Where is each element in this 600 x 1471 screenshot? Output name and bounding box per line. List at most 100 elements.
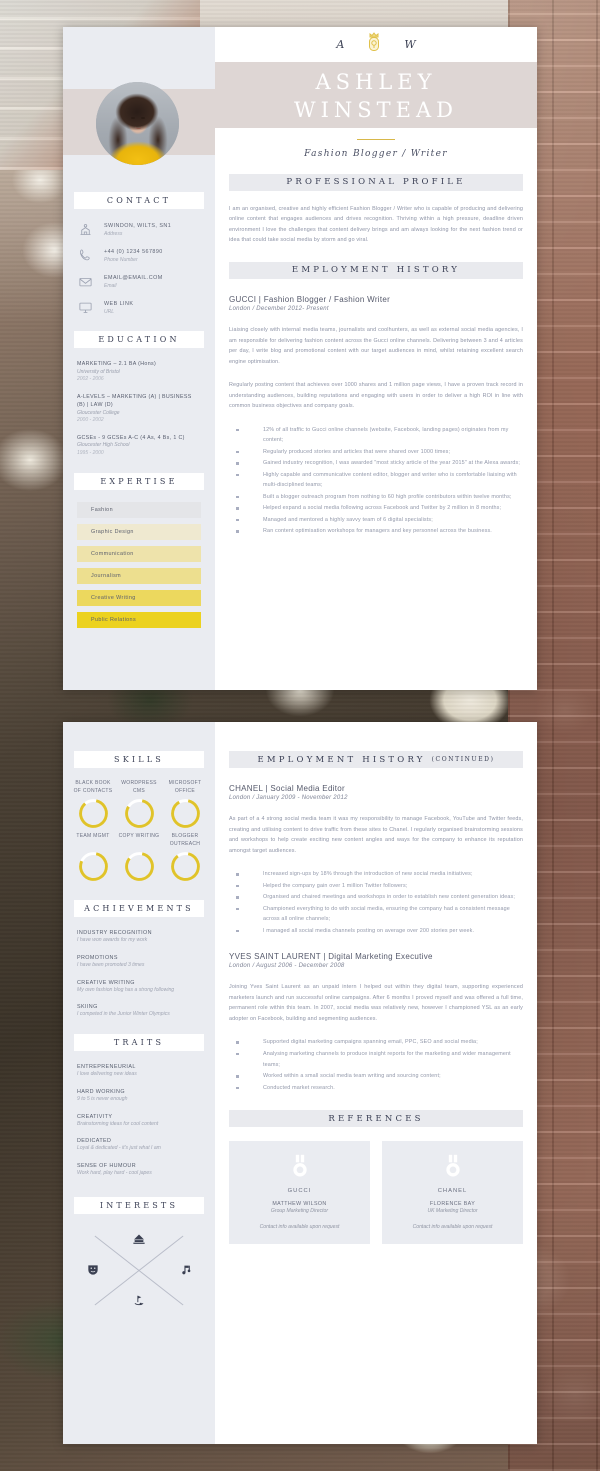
monogram-initial-right: W	[404, 38, 416, 51]
skill-item: MICROSOFT OFFICE	[163, 780, 207, 829]
trait-desc: Work hard, play hard - cool japes	[77, 1170, 152, 1177]
achievements-heading: ACHIEVEMENTS	[74, 900, 204, 917]
skill-item: BLACK BOOK OF CONTACTS	[71, 780, 115, 829]
education-school: Gloucester College	[77, 409, 120, 416]
expertise-heading: EXPERTISE	[74, 472, 204, 490]
achievement-item: SKIING I competed in the Junior Winter O…	[77, 1003, 201, 1019]
bullet-item: Analysing marketing channels to produce …	[229, 1049, 523, 1070]
expertise-bar: Journalism	[77, 567, 201, 584]
job-bullets: 12% of all traffic to Gucci online chann…	[229, 425, 523, 537]
expertise-bar: Fashion	[77, 501, 201, 518]
achievement-item: CREATIVE WRITING My own fashion blog has…	[77, 979, 201, 995]
trait-desc: Brainstorming ideas for cool content	[77, 1120, 159, 1127]
expertise-bar: Communication	[77, 545, 201, 562]
crest-icon	[366, 29, 382, 60]
education-title: A-LEVELS – MARKETING (A) | BUSINESS (B) …	[77, 394, 192, 409]
education-title: MARKETING – 2.1 BA (Hons)	[77, 361, 157, 368]
skill-label: COPY WRITING	[118, 833, 160, 839]
expertise-list: Fashion Graphic Design Communication Jou…	[63, 490, 215, 628]
expertise-bar: Creative Writing	[77, 589, 201, 606]
last-name: WINSTEAD	[294, 97, 458, 122]
monitor-icon	[77, 300, 94, 315]
job-title: GUCCI | Fashion Blogger / Fashion Writer	[229, 294, 391, 304]
education-school: University of Bristol	[77, 368, 120, 375]
monogram: A W	[215, 27, 537, 62]
bullet-item: Worked within a small social media team …	[229, 1071, 523, 1082]
education-heading: EDUCATION	[74, 331, 204, 349]
achievement-title: CREATIVE WRITING	[77, 979, 135, 986]
piano-icon	[132, 1232, 147, 1247]
email-icon	[77, 274, 94, 289]
expertise-bar: Public Relations	[77, 611, 201, 628]
skill-ring	[124, 852, 154, 881]
reference-card: CHANEL FLORENCE BAY UK Marketing Directo…	[382, 1141, 523, 1245]
theatre-mask-icon	[86, 1263, 100, 1277]
bullet-item: Conducted market research.	[229, 1083, 523, 1094]
reference-note: Contact info available upon request	[412, 1224, 493, 1231]
reference-name: MATTHEW WILSON	[272, 1201, 327, 1208]
trait-desc: Loyal & dedicated - it's just what I am	[77, 1145, 161, 1152]
medal-icon	[237, 1154, 362, 1179]
skill-label: MICROSOFT OFFICE	[168, 780, 202, 794]
contact-item-email: EMAIL@EMAIL.COM Email	[77, 274, 201, 289]
contact-value: EMAIL@EMAIL.COM	[104, 275, 163, 282]
trait-desc: 9 to 5 is never enough	[77, 1095, 128, 1102]
achievement-desc: My own fashion blog has a strong followi…	[77, 986, 175, 993]
achievement-desc: I competed in the Junior Winter Olympics	[77, 1011, 170, 1018]
skill-item: WORDPRESS CMS	[117, 780, 161, 829]
bullet-item: Highly capable and communicative content…	[229, 470, 523, 491]
skills-grid: BLACK BOOK OF CONTACTS WORDPRESS CMS MIC…	[63, 768, 215, 882]
bullet-item: Increased sign-ups by 18% through the in…	[229, 869, 523, 880]
job-meta: London / August 2006 - December 2008	[229, 963, 345, 970]
skill-item: COPY WRITING	[117, 833, 161, 882]
bullet-item: Managed and mentored a highly savvy team…	[229, 515, 523, 526]
contact-label: Email	[104, 283, 117, 290]
interests-heading: INTERESTS	[74, 1196, 204, 1214]
job-meta: London / December 2012- Present	[229, 305, 329, 312]
skills-heading: SKILLS	[74, 751, 204, 768]
job-paragraph: As part of a 4 strong social media team …	[229, 816, 523, 854]
professional-profile-text: I am an organised, creative and highly e…	[229, 205, 523, 244]
contact-value: +44 (0) 1234 567890	[104, 249, 163, 256]
employment-history-heading: EMPLOYMENT HISTORY	[229, 261, 523, 279]
education-item: A-LEVELS – MARKETING (A) | BUSINESS (B) …	[77, 393, 201, 425]
achievement-title: SKIING	[77, 1004, 98, 1011]
education-school: Gloucester High School	[77, 442, 130, 449]
job-paragraph: Joining Yves Saint Laurent as an unpaid …	[229, 984, 523, 1022]
contact-item-phone: +44 (0) 1234 567890 Phone Number	[77, 248, 201, 263]
resume-page-2: SKILLS BLACK BOOK OF CONTACTS WORDPRESS …	[63, 722, 537, 1444]
bullet-item: Helped expand a social media following a…	[229, 503, 523, 514]
avatar	[96, 82, 179, 165]
job-meta: London / January 2009 - November 2012	[229, 795, 348, 801]
job-title: CHANEL | Social Media Editor	[229, 784, 346, 793]
contact-value: SWINDON, WILTS, SN1	[104, 223, 172, 229]
contact-label: Phone Number	[104, 257, 138, 264]
music-note-icon	[179, 1263, 192, 1276]
traits-list: ENTREPRENEURIAL I love delivering new id…	[63, 1051, 215, 1178]
contact-item-address: SWINDON, WILTS, SN1 Address	[77, 222, 201, 237]
trait-title: DEDICATED	[77, 1138, 112, 1145]
expertise-bar: Graphic Design	[77, 523, 201, 540]
achievement-title: INDUSTRY RECOGNITION	[77, 930, 152, 936]
interests-diagram	[83, 1228, 195, 1312]
trait-item: SENSE OF HUMOUR Work hard, play hard - c…	[77, 1162, 201, 1178]
trait-title: HARD WORKING	[77, 1088, 125, 1095]
page1-main: A W ASHLEY WINSTEAD Fashion Blogger / Wr…	[215, 27, 537, 690]
references-list: GUCCI MATTHEW WILSON Group Marketing Dir…	[215, 1127, 537, 1245]
reference-company: CHANEL	[437, 1188, 468, 1195]
education-list: MARKETING – 2.1 BA (Hons) University of …	[63, 348, 215, 457]
skill-label: TEAM MGMT	[76, 833, 110, 839]
skill-ring	[78, 852, 108, 881]
skill-item: BLOGGER OUTREACH	[163, 833, 207, 882]
bullet-item: Regularly produced stories and articles …	[229, 447, 523, 458]
achievement-title: PROMOTIONS	[77, 954, 118, 961]
contact-heading: CONTACT	[74, 192, 204, 209]
trait-item: HARD WORKING 9 to 5 is never enough	[77, 1088, 201, 1104]
bullet-item: Ran content optimisation workshops for m…	[229, 526, 523, 537]
contact-value: WEB LINK	[104, 301, 134, 308]
education-title: GCSEs - 9 GCSEs A-C (4 As, 4 Bs, 1 C)	[77, 435, 185, 442]
trait-title: CREATIVITY	[77, 1113, 113, 1120]
bullet-item: 12% of all traffic to Gucci online chann…	[229, 425, 523, 446]
monogram-initial-left: A	[336, 38, 345, 51]
job-paragraph: Regularly posting content that achieves …	[229, 382, 523, 410]
